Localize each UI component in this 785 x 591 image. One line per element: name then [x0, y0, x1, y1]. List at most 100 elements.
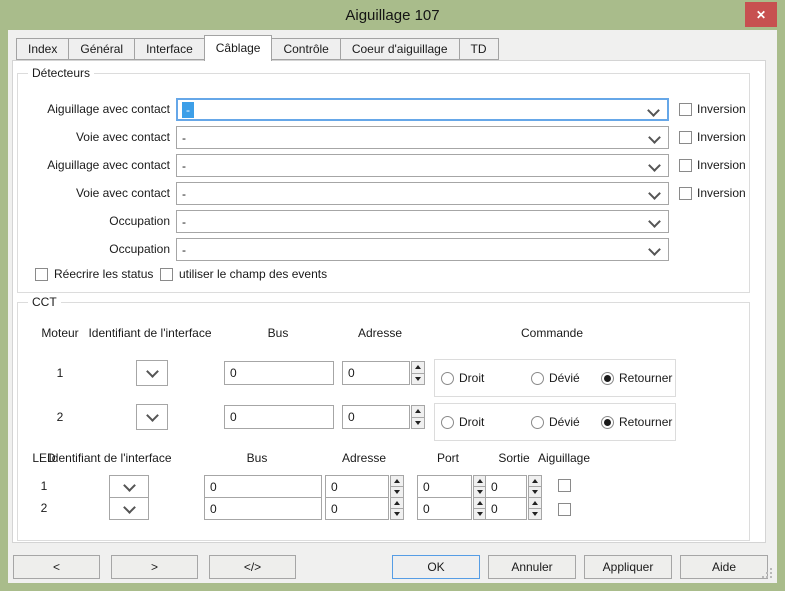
spin-down-button[interactable] — [411, 417, 425, 430]
aiguillage-avec-contact-combo-2[interactable]: - — [176, 154, 669, 177]
commande-retourner-option: Retourner — [601, 371, 672, 385]
led-1-bus-input[interactable] — [204, 475, 322, 498]
tab-label: Câblage — [216, 41, 261, 55]
detector-row: Aiguillage avec contact - Inversion — [18, 154, 749, 177]
tab-label: Général — [80, 42, 123, 56]
reecrire-les-status-checkbox[interactable] — [35, 268, 48, 281]
retourner-label[interactable]: Retourner — [619, 415, 672, 429]
detector-row: Occupation - — [18, 210, 749, 233]
utiliser-champ-events-checkbox[interactable] — [160, 268, 173, 281]
spin-up-icon — [394, 479, 400, 483]
tab-general[interactable]: Général — [69, 38, 135, 60]
led-1-adresse-input[interactable] — [325, 475, 389, 498]
resize-grip[interactable] — [766, 572, 768, 574]
droit-radio[interactable] — [441, 416, 454, 429]
tab-coeur-daiguillage[interactable]: Coeur d'aiguillage — [341, 38, 460, 60]
spin-buttons — [390, 475, 404, 498]
tab-cablage[interactable]: Câblage — [204, 35, 273, 61]
moteur-2-interface-combo[interactable] — [136, 404, 168, 430]
spin-down-button[interactable] — [411, 373, 425, 386]
voie-avec-contact-combo-2[interactable]: - — [176, 182, 669, 205]
inversion-checkbox-2[interactable] — [679, 131, 692, 144]
led-2-aiguillage-checkbox[interactable] — [558, 503, 571, 516]
detector-row-label: Voie avec contact — [18, 182, 170, 205]
inversion-option-1: Inversion — [679, 102, 746, 116]
inversion-checkbox-3[interactable] — [679, 159, 692, 172]
led-2-bus-input[interactable] — [204, 497, 322, 520]
led-port-column — [417, 475, 487, 520]
combo-selected-value: - — [182, 187, 186, 201]
chevron-down-icon — [146, 365, 159, 378]
led-2-port-spinner — [417, 497, 487, 520]
tab-index[interactable]: Index — [16, 38, 69, 60]
spin-down-button[interactable] — [528, 508, 542, 520]
moteur-1-bus-input[interactable] — [224, 361, 334, 385]
prev-button[interactable]: < — [13, 555, 100, 579]
tab-controle[interactable]: Contrôle — [272, 38, 340, 60]
led-2-interface-combo[interactable] — [109, 497, 149, 520]
spin-buttons — [528, 475, 542, 498]
reecrire-les-status-option: Réecrire les status — [35, 267, 153, 281]
ok-button[interactable]: OK — [392, 555, 480, 579]
detector-row: Occupation - — [18, 238, 749, 261]
inversion-checkbox-1[interactable] — [679, 103, 692, 116]
led-2-adresse-input[interactable] — [325, 497, 389, 520]
devie-label[interactable]: Dévié — [549, 415, 580, 429]
code-view-button[interactable]: </> — [209, 555, 296, 579]
aiguillage-avec-contact-combo-1[interactable]: - — [176, 98, 669, 121]
inversion-label[interactable]: Inversion — [697, 186, 746, 200]
utiliser-champ-events-label[interactable]: utiliser le champ des events — [179, 267, 327, 281]
led-1-sortie-spinner — [485, 475, 542, 498]
tab-interface[interactable]: Interface — [135, 38, 205, 60]
apply-button[interactable]: Appliquer — [584, 555, 672, 579]
occupation-combo-2[interactable]: - — [176, 238, 669, 261]
retourner-label[interactable]: Retourner — [619, 371, 672, 385]
led-1-number: 1 — [18, 475, 70, 498]
help-button[interactable]: Aide — [680, 555, 768, 579]
devie-radio[interactable] — [531, 416, 544, 429]
voie-avec-contact-combo-1[interactable]: - — [176, 126, 669, 149]
led-1-interface-combo[interactable] — [109, 475, 149, 498]
spin-down-icon — [415, 377, 421, 381]
moteur-2-commande-group: Droit Dévié Retourner — [434, 403, 676, 441]
droit-label[interactable]: Droit — [459, 415, 484, 429]
cancel-button[interactable]: Annuler — [488, 555, 576, 579]
commande-retourner-option: Retourner — [601, 415, 672, 429]
combo-selected-value: - — [182, 131, 186, 145]
tab-td[interactable]: TD — [460, 38, 499, 60]
moteur-1-interface-combo[interactable] — [136, 360, 168, 386]
led-2-sortie-input[interactable] — [485, 497, 527, 520]
led-1-port-input[interactable] — [417, 475, 472, 498]
inversion-label[interactable]: Inversion — [697, 102, 746, 116]
spin-down-icon — [532, 490, 538, 494]
led-1-sortie-input[interactable] — [485, 475, 527, 498]
led-sortie-column — [485, 475, 542, 520]
moteur-2-adresse-input[interactable] — [342, 405, 410, 429]
moteur-1-adresse-input[interactable] — [342, 361, 410, 385]
spin-buttons — [411, 405, 425, 429]
utiliser-champ-events-option: utiliser le champ des events — [160, 267, 327, 281]
commande-droit-option: Droit — [441, 415, 484, 429]
title-bar: Aiguillage 107 ✕ — [0, 0, 785, 30]
devie-label[interactable]: Dévié — [549, 371, 580, 385]
occupation-combo-1[interactable]: - — [176, 210, 669, 233]
spin-down-button[interactable] — [390, 508, 404, 520]
next-button[interactable]: > — [111, 555, 198, 579]
retourner-radio[interactable] — [601, 372, 614, 385]
led-1-aiguillage-checkbox[interactable] — [558, 479, 571, 492]
inversion-label[interactable]: Inversion — [697, 130, 746, 144]
devie-radio[interactable] — [531, 372, 544, 385]
tab-label: Contrôle — [283, 42, 328, 56]
moteur-commande-header: Commande — [498, 326, 606, 340]
led-2-port-input[interactable] — [417, 497, 472, 520]
inversion-label[interactable]: Inversion — [697, 158, 746, 172]
led-1-adresse-spinner — [325, 475, 404, 498]
droit-label[interactable]: Droit — [459, 371, 484, 385]
droit-radio[interactable] — [441, 372, 454, 385]
inversion-checkbox-4[interactable] — [679, 187, 692, 200]
reecrire-les-status-label[interactable]: Réecrire les status — [54, 267, 153, 281]
moteur-2-bus-input[interactable] — [224, 405, 334, 429]
retourner-radio[interactable] — [601, 416, 614, 429]
close-button[interactable]: ✕ — [745, 2, 777, 27]
chevron-down-icon — [146, 409, 159, 422]
